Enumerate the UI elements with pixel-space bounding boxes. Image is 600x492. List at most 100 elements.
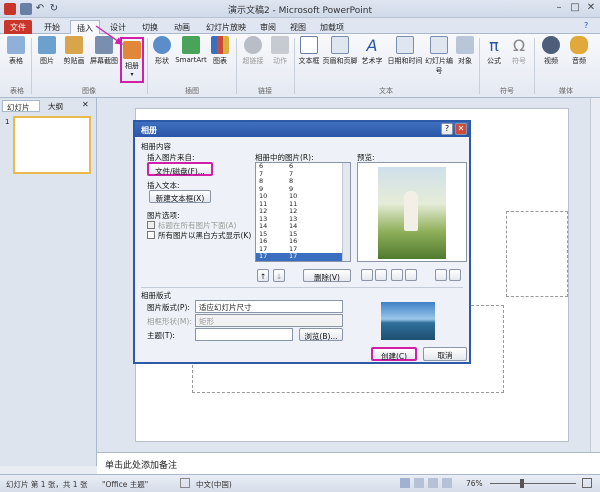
screenshot-button[interactable]: 屏幕截图	[88, 36, 120, 66]
picture-list-item[interactable]: 13 13	[256, 215, 350, 224]
tab-home[interactable]: 开始	[38, 20, 66, 34]
tab-addins[interactable]: 加载项	[314, 20, 350, 34]
album-content-label: 相册内容	[141, 142, 171, 151]
video-button[interactable]: 视频	[537, 36, 565, 66]
picture-list-item[interactable]: 15 15	[256, 230, 350, 239]
action-icon	[271, 36, 289, 54]
picture-list-item[interactable]: 14 14	[256, 222, 350, 231]
dialog-close-button[interactable]: ✕	[455, 123, 467, 135]
cancel-button[interactable]: 取消	[423, 347, 467, 361]
notes-pane[interactable]: 单击此处添加备注	[97, 452, 600, 474]
minimize-icon[interactable]: –	[552, 2, 566, 13]
theme-input[interactable]	[195, 328, 293, 341]
section-divider	[141, 287, 463, 288]
contrast-down-icon[interactable]	[405, 269, 417, 281]
shapes-button[interactable]: 形状	[150, 36, 174, 66]
browse-button[interactable]: 浏览(B)...	[299, 328, 343, 341]
group-separator	[31, 38, 32, 94]
picture-layout-select[interactable]: 适应幻灯片尺寸	[195, 300, 343, 313]
remove-button[interactable]: 删除(V)	[303, 269, 351, 282]
picture-list-item[interactable]: 88	[256, 177, 350, 186]
equation-button[interactable]: π 公式	[481, 36, 507, 66]
rotate-right-icon[interactable]	[375, 269, 387, 281]
ribbon-tabs: 文件 开始 插入 设计 切换 动画 幻灯片放映 审阅 视图 加载项 ?	[0, 18, 600, 34]
brightness-up-icon[interactable]	[435, 269, 447, 281]
slide-thumb-number: 1	[5, 118, 10, 126]
zoom-slider-thumb[interactable]	[520, 479, 524, 488]
group-label-symbols: 符号	[500, 87, 514, 95]
sorter-view-icon[interactable]	[414, 478, 424, 488]
file-disk-button[interactable]: 文件/磁盘(F)...	[147, 162, 213, 176]
rotate-left-icon[interactable]	[361, 269, 373, 281]
wordart-button[interactable]: A 艺术字	[358, 36, 386, 66]
black-white-checkbox[interactable]	[147, 231, 155, 239]
zoom-level[interactable]: 76%	[466, 479, 483, 488]
picture-list-item[interactable]: 77	[256, 170, 350, 179]
tab-insert[interactable]: 插入	[70, 20, 100, 34]
picture-list-item[interactable]: 17 17	[256, 245, 350, 254]
header-footer-icon	[331, 36, 349, 54]
picture-list-item[interactable]: 10 10	[256, 192, 350, 201]
contrast-up-icon[interactable]	[391, 269, 403, 281]
pictures-listbox[interactable]: 6 6 7 7 8 8 9 9 10 10 11 11 12 12 13 13 14 14 15 15 16 16 17 17…	[255, 162, 351, 262]
tab-outline-pane[interactable]: 大纲	[44, 100, 70, 112]
object-button[interactable]: 对象	[454, 36, 476, 66]
date-time-button[interactable]: 日期和时间	[386, 36, 424, 66]
fit-window-icon[interactable]	[582, 478, 592, 488]
create-button[interactable]: 创建(C)	[371, 347, 417, 361]
frame-shape-select[interactable]: 矩形	[195, 314, 343, 327]
help-icon[interactable]: ?	[584, 21, 588, 30]
audio-icon	[570, 36, 588, 54]
list-scrollbar[interactable]	[342, 163, 350, 261]
brightness-down-icon[interactable]	[449, 269, 461, 281]
picture-list-item[interactable]: 12 12	[256, 207, 350, 216]
photo-album-button[interactable]: 相册 ▾	[120, 37, 144, 83]
picture-list-item[interactable]: 99	[256, 185, 350, 194]
omega-icon: Ω	[512, 36, 526, 55]
tab-transitions[interactable]: 切换	[136, 20, 164, 34]
tab-animations[interactable]: 动画	[168, 20, 196, 34]
tab-file[interactable]: 文件	[4, 20, 32, 34]
vertical-scrollbar[interactable]	[590, 98, 600, 452]
picture-list-item[interactable]: 17 17	[256, 252, 350, 261]
audio-button[interactable]: 音频	[565, 36, 593, 66]
slide-thumbnail[interactable]	[13, 116, 91, 174]
caption-checkbox[interactable]	[147, 221, 155, 229]
hyperlink-button[interactable]: 超链接	[238, 36, 268, 66]
language-status[interactable]: 中文(中国)	[196, 479, 232, 490]
new-textbox-button[interactable]: 新建文本框(X)	[149, 190, 211, 203]
picture-list-item[interactable]: 16 16	[256, 237, 350, 246]
move-up-button[interactable]: ↑	[257, 269, 269, 282]
frame-shape-label: 相框形状(M):	[147, 317, 192, 326]
slideshow-view-icon[interactable]	[442, 478, 452, 488]
tab-slides-pane[interactable]: 幻灯片	[2, 100, 40, 112]
close-icon[interactable]: ✕	[584, 2, 598, 13]
title-placeholder[interactable]	[506, 211, 568, 297]
tab-review[interactable]: 审阅	[254, 20, 282, 34]
picture-list-item[interactable]: 11 11	[256, 200, 350, 209]
tab-slideshow[interactable]: 幻灯片放映	[200, 20, 252, 34]
close-pane-icon[interactable]: ✕	[82, 100, 89, 109]
dialog-help-button[interactable]: ?	[441, 123, 453, 135]
clipart-button[interactable]: 剪贴画	[60, 36, 88, 66]
chart-button[interactable]: 图表	[208, 36, 232, 66]
table-button[interactable]: 表格	[4, 36, 28, 66]
header-footer-button[interactable]: 页眉和页脚	[322, 36, 358, 66]
tab-view[interactable]: 视图	[284, 20, 312, 34]
textbox-button[interactable]: 文本框	[296, 36, 322, 66]
ribbon: 表格 图片 剪贴画 屏幕截图 相册 ▾ 形状 SmartArt 图表 超链接 动作…	[0, 34, 600, 98]
reading-view-icon[interactable]	[428, 478, 438, 488]
smartart-button[interactable]: SmartArt	[174, 36, 208, 64]
slide-number-button[interactable]: 幻灯片编号	[424, 36, 454, 76]
zoom-slider[interactable]	[490, 483, 576, 484]
maximize-icon[interactable]: □	[568, 2, 582, 13]
normal-view-icon[interactable]	[400, 478, 410, 488]
photo-album-icon	[123, 41, 141, 59]
move-down-button[interactable]: ↓	[273, 269, 285, 282]
action-button[interactable]: 动作	[268, 36, 292, 66]
spellcheck-icon[interactable]	[180, 478, 190, 488]
tab-design[interactable]: 设计	[104, 20, 132, 34]
picture-list-item[interactable]: 66	[256, 163, 350, 171]
picture-button[interactable]: 图片	[34, 36, 60, 66]
symbol-button[interactable]: Ω 符号	[507, 36, 531, 66]
